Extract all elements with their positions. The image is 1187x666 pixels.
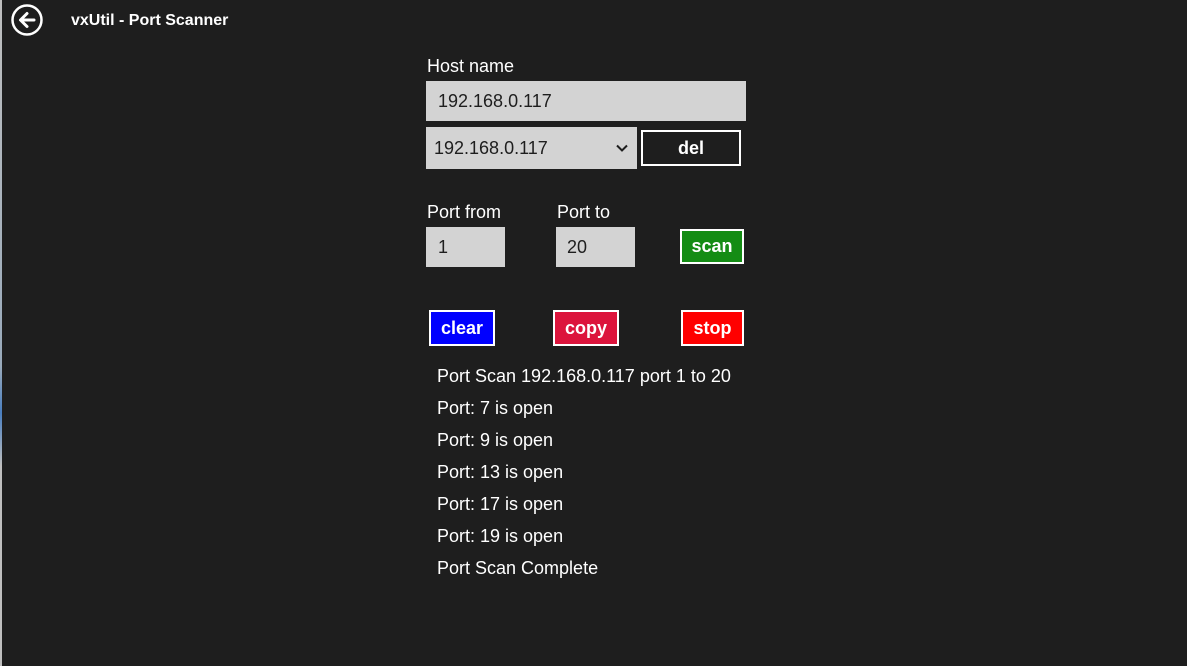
del-button[interactable]: del [641,130,741,166]
clear-button[interactable]: clear [429,310,495,346]
host-name-label: Host name [427,56,515,76]
output-line: Port Scan Complete [437,558,599,578]
app-title: vxUtil - Port Scanner [71,12,229,29]
back-arrow-icon [11,4,43,36]
scan-output-list: Port Scan 192.168.0.117 port 1 to 20 Por… [437,363,731,587]
back-button[interactable] [11,4,43,36]
scan-button[interactable]: scan [680,229,744,264]
port-to-label: Port to [557,202,611,222]
host-history-dropdown[interactable]: 192.168.0.117 [426,127,637,169]
output-line: Port: 13 is open [437,462,564,482]
window-left-edge [0,0,2,666]
port-from-input[interactable]: 1 [426,227,505,267]
stop-button[interactable]: stop [681,310,744,346]
port-to-input[interactable]: 20 [556,227,635,267]
output-line: Port: 17 is open [437,494,564,514]
chevron-down-icon [616,144,628,152]
host-history-selected: 192.168.0.117 [434,137,548,158]
copy-button[interactable]: copy [553,310,619,346]
output-line: Port: 19 is open [437,526,564,546]
host-name-input[interactable]: 192.168.0.117 [426,81,746,121]
output-line: Port: 7 is open [437,398,554,418]
output-line: Port: 9 is open [437,430,554,450]
output-line: Port Scan 192.168.0.117 port 1 to 20 [437,366,731,386]
port-from-label: Port from [427,202,502,222]
